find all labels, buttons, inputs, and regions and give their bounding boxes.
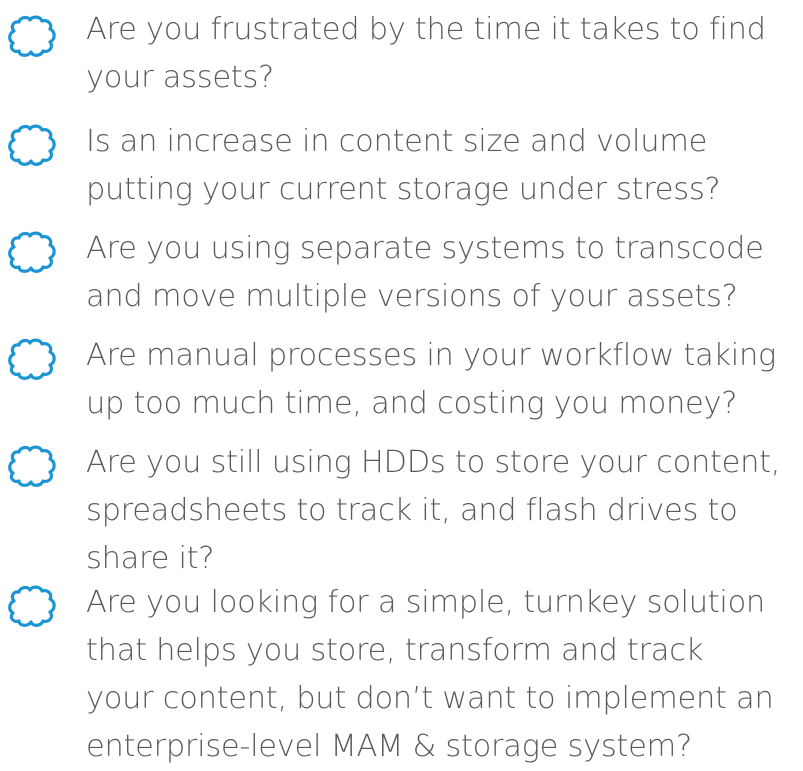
question-line: Is an increase in content size and volum…	[86, 124, 708, 159]
cloud-outline-icon	[6, 443, 58, 489]
question-text: Are you using separate systems to transc…	[86, 225, 801, 321]
question-line: spreadsheets to track it, and flash driv…	[86, 493, 738, 528]
question-line: and move multiple versions of your asset…	[86, 279, 738, 314]
question-text: Are you still using HDDs to store your c…	[86, 439, 801, 583]
question-line: Are you looking for a simple, turnkey so…	[86, 585, 765, 620]
cloud-outline-icon	[6, 583, 58, 629]
question-line: that helps you store, transform and trac…	[86, 633, 704, 668]
question-line: your content, but don’t want to implemen…	[86, 681, 774, 716]
question-text: Are manual processes in your workflow ta…	[86, 332, 801, 428]
question-text: Is an increase in content size and volum…	[86, 118, 801, 214]
question-text: Are you frustrated by the time it takes …	[86, 6, 801, 102]
question-line: putting your current storage under stres…	[86, 172, 721, 207]
question-line: Are you frustrated by the time it takes …	[86, 12, 766, 47]
question-line: your assets?	[86, 60, 274, 95]
question-line: Are you using separate systems to transc…	[86, 231, 764, 266]
question-line: Are manual processes in your workflow ta…	[86, 338, 776, 373]
question-line: up too much time, and costing you money?	[86, 386, 738, 421]
cloud-outline-icon	[6, 122, 58, 168]
cloud-outline-icon	[6, 229, 58, 275]
question-line: Are you still using HDDs to store your c…	[86, 445, 781, 480]
cloud-outline-icon	[6, 13, 58, 59]
question-line: share it?	[86, 541, 215, 576]
cloud-outline-icon	[6, 336, 58, 382]
question-text: Are you looking for a simple, turnkey so…	[86, 579, 801, 771]
